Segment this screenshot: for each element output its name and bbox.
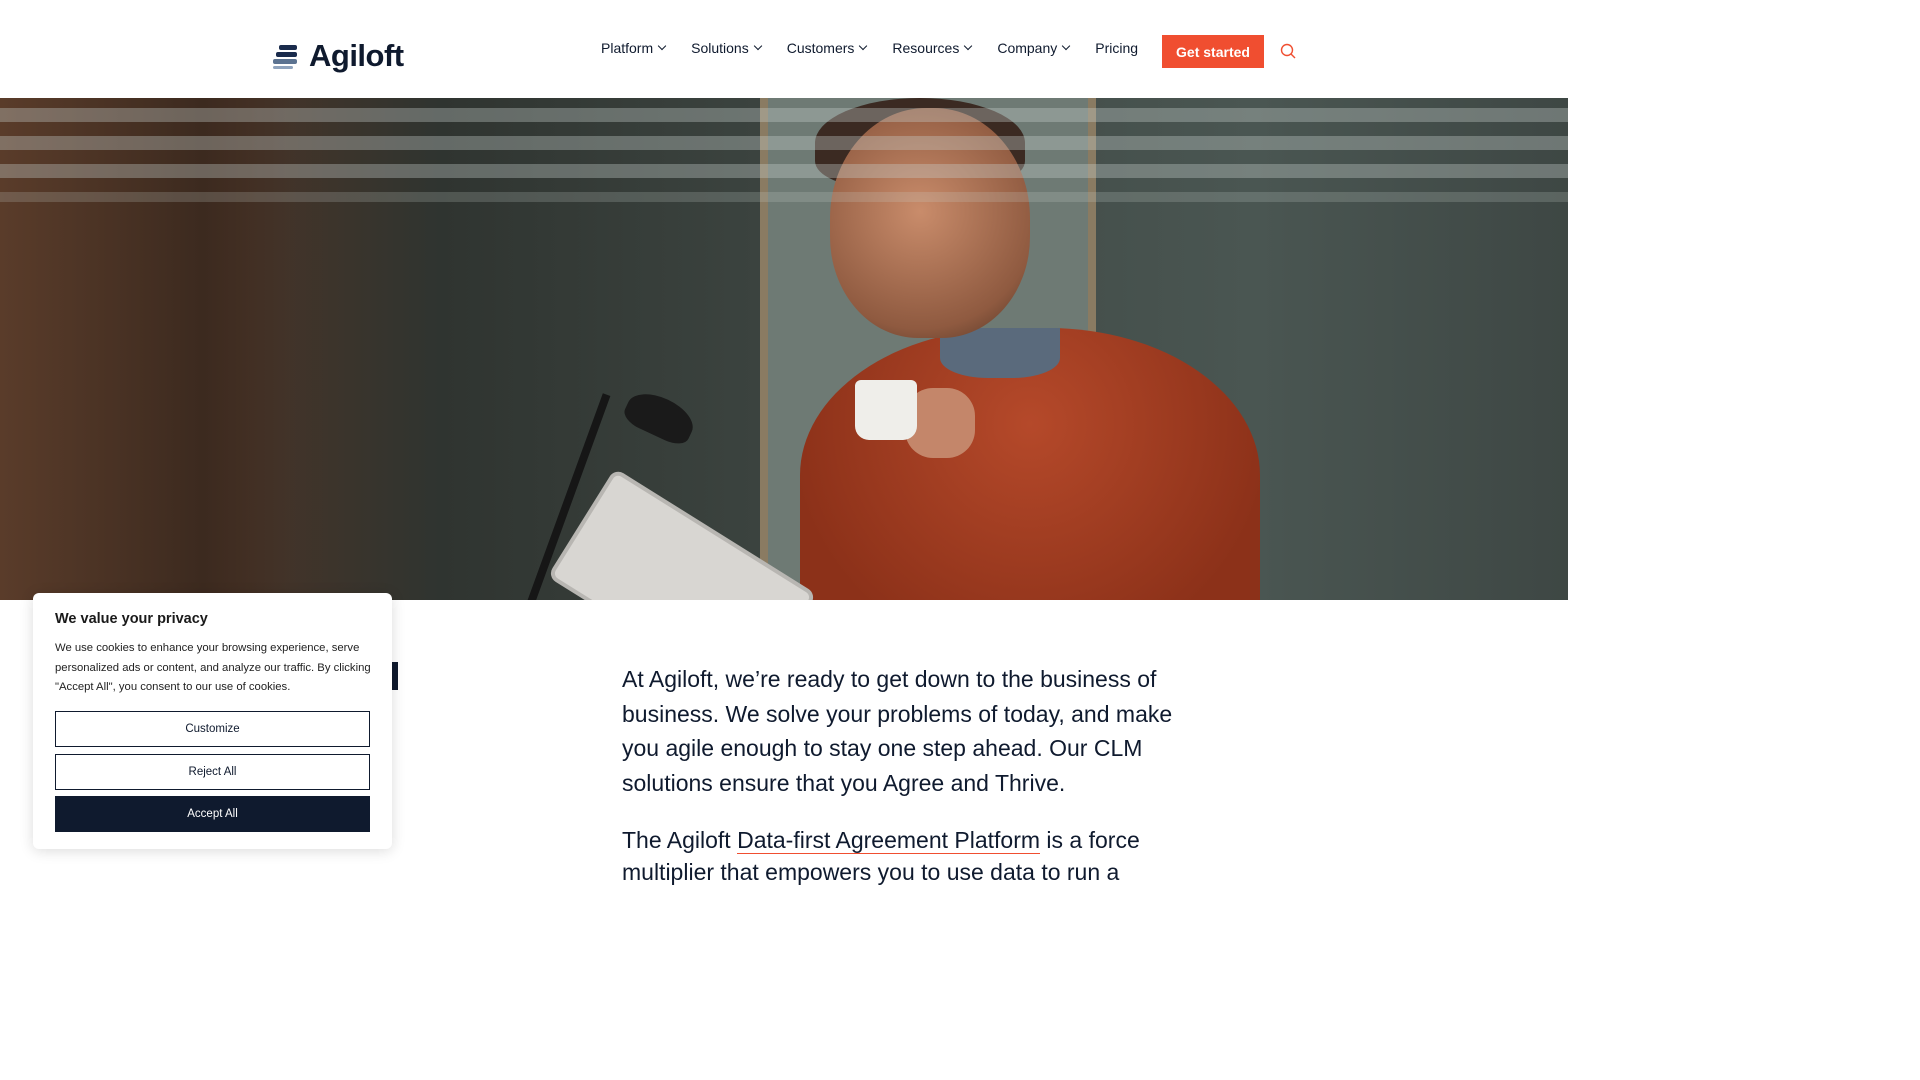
nav-item-label: Pricing [1095,40,1139,56]
chevron-down-icon [964,41,973,51]
logo-mark-icon [273,43,297,69]
decorative-bar [392,662,398,690]
hero-stripes [0,98,1568,218]
nav-item-solutions[interactable]: Solutions [691,40,762,56]
nav-item-customers[interactable]: Customers [786,40,868,56]
cookie-consent-banner: We value your privacy We use cookies to … [33,593,392,849]
logo-wordmark: Agiloft [309,38,404,73]
data-first-platform-link[interactable]: Data-first Agreement Platform [737,827,1041,854]
chevron-down-icon [753,41,762,51]
nav-item-company[interactable]: Company [997,40,1071,56]
intro-paragraph: The Agiloft Data-first Agreement Platfor… [622,827,1140,885]
nav-item-pricing[interactable]: Pricing [1095,40,1138,56]
accept-all-button[interactable]: Accept All [55,796,370,832]
nav-item-label: Resources [892,40,960,56]
search-icon[interactable] [1280,43,1296,59]
nav-item-label: Company [997,40,1058,56]
chevron-down-icon [1062,41,1071,51]
nav-item-label: Solutions [691,40,749,56]
main-nav: Platform Solutions Customers Resources C… [601,40,1164,56]
nav-item-label: Platform [601,40,654,56]
cookie-body: We use cookies to enhance your browsing … [55,642,371,694]
nav-item-label: Customers [786,40,855,56]
chevron-down-icon [657,41,667,51]
nav-item-platform[interactable]: Platform [601,40,667,56]
nav-item-resources[interactable]: Resources [892,40,973,56]
chevron-down-icon [859,41,868,51]
get-started-button[interactable]: Get started [1162,35,1264,68]
customize-button[interactable]: Customize [55,711,370,747]
agiloft-logo[interactable]: Agiloft [273,38,404,74]
hero-photo [0,98,1568,600]
reject-all-button[interactable]: Reject All [55,754,370,790]
intro-content: At Agiloft, we’re ready to get down to t… [622,662,1202,888]
site-header: Agiloft Platform Solutions Customers Res… [0,0,1568,98]
coffee-cup [855,380,917,440]
cookie-title: We value your privacy [55,611,208,627]
intro-lead: At Agiloft, we’re ready to get down to t… [622,666,1173,796]
